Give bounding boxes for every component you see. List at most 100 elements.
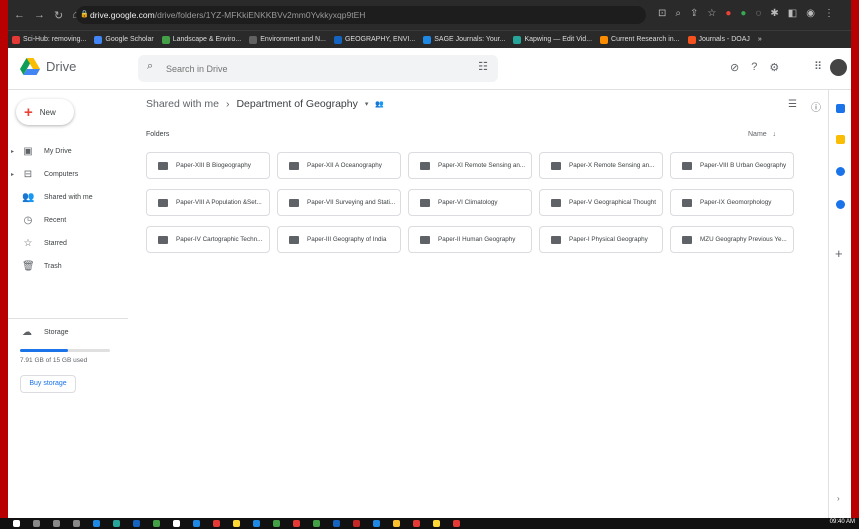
contacts-icon[interactable] <box>836 200 845 209</box>
tasks-icon[interactable] <box>836 167 845 176</box>
taskbar-app-icon[interactable] <box>53 520 60 527</box>
buy-storage-button[interactable]: Buy storage <box>20 375 76 393</box>
taskbar-app-icon[interactable] <box>253 520 260 527</box>
bookmark-item[interactable]: Environment and N... <box>249 35 326 44</box>
sidebar-item[interactable]: ▸ ▣ My Drive <box>8 140 128 163</box>
extension-green-icon[interactable]: ● <box>740 8 746 19</box>
taskbar-app-icon[interactable] <box>93 520 100 527</box>
list-view-icon[interactable]: ☰ <box>788 99 797 114</box>
sidebar-item[interactable]: 🗑 Trash <box>8 255 128 278</box>
bookmark-item[interactable]: Kapwing — Edit Vid... <box>513 35 592 44</box>
sidepanel-icon[interactable]: ◧ <box>788 8 797 19</box>
zoom-icon[interactable]: ⌕ <box>675 8 681 19</box>
taskbar-app-icon[interactable] <box>193 520 200 527</box>
bookmark-item[interactable]: Google Scholar <box>94 35 154 44</box>
taskbar-app-icon[interactable] <box>133 520 140 527</box>
extension-red-icon[interactable]: ● <box>725 8 731 19</box>
bookmark-item[interactable]: Sci-Hub: removing... <box>12 35 86 44</box>
help-icon[interactable]: ? <box>751 61 757 74</box>
sidebar-item-label: Computers <box>44 171 79 178</box>
bookmark-item[interactable]: GEOGRAPHY, ENVI... <box>333 35 415 44</box>
calendar-icon[interactable] <box>836 104 845 113</box>
folder-item[interactable]: Paper-XII A Oceanography <box>277 152 401 179</box>
bookmark-item[interactable]: SAGE Journals: Your... <box>423 35 505 44</box>
bookmarks-more-icon[interactable]: » <box>758 36 762 43</box>
shared-people-icon[interactable]: 👥 <box>375 100 384 108</box>
taskbar-app-icon[interactable] <box>233 520 240 527</box>
settings-gear-icon[interactable]: ⚙ <box>769 61 779 74</box>
extension-gray-icon[interactable]: ◌ <box>755 8 761 19</box>
extensions-puzzle-icon[interactable]: ✱ <box>770 8 778 19</box>
taskbar-app-icon[interactable] <box>13 520 20 527</box>
search-input[interactable] <box>166 59 466 78</box>
drive-logo[interactable]: Drive <box>20 58 76 75</box>
browser-actions: ⊡ ⌕ ⇪ ☆ ● ● ◌ ✱ ◧ ◉ ⋮ <box>658 8 834 19</box>
folder-item[interactable]: Paper-XIII B Biogeography <box>146 152 270 179</box>
folder-item[interactable]: MZU Geography Previous Ye... <box>670 226 794 253</box>
taskbar-app-icon[interactable] <box>33 520 40 527</box>
taskbar-app-icon[interactable] <box>273 520 280 527</box>
sidebar-item[interactable]: 👥 Shared with me <box>8 186 128 209</box>
expand-arrow-icon[interactable]: ▸ <box>11 171 14 178</box>
folder-item[interactable]: Paper-III Geography of India <box>277 226 401 253</box>
bookmark-item[interactable]: Journals - DOAJ <box>687 35 750 44</box>
bookmark-item[interactable]: Landscape & Enviro... <box>161 35 241 44</box>
sidebar-item[interactable]: ◷ Recent <box>8 209 128 232</box>
back-icon[interactable]: ← <box>14 9 25 22</box>
search-options-icon[interactable]: ☷ <box>478 60 488 73</box>
taskbar-app-icon[interactable] <box>153 520 160 527</box>
search-icon[interactable]: ⌕ <box>147 60 153 73</box>
folder-item[interactable]: Paper-XI Remote Sensing an... <box>408 152 532 179</box>
new-button[interactable]: + New <box>16 99 74 125</box>
taskbar-app-icon[interactable] <box>433 520 440 527</box>
taskbar-app-icon[interactable] <box>113 520 120 527</box>
sort-control[interactable]: Name ↓ <box>748 131 776 138</box>
reload-icon[interactable]: ↻ <box>54 9 63 22</box>
taskbar-app-icon[interactable] <box>353 520 360 527</box>
taskbar-app-icon[interactable] <box>213 520 220 527</box>
install-icon[interactable]: ⊡ <box>658 8 666 19</box>
google-apps-icon[interactable]: ⠿ <box>814 60 822 73</box>
sidebar-item[interactable]: ☆ Starred <box>8 232 128 255</box>
breadcrumb-shared[interactable]: Shared with me <box>146 98 219 110</box>
share-icon[interactable]: ⇪ <box>690 8 698 19</box>
menu-kebab-icon[interactable]: ⋮ <box>824 8 834 19</box>
taskbar-app-icon[interactable] <box>173 520 180 527</box>
taskbar-app-icon[interactable] <box>333 520 340 527</box>
address-bar[interactable]: 🔒 drive.google.com/drive/folders/1YZ-MFK… <box>76 6 646 24</box>
folder-item[interactable]: Paper-I Physical Geography <box>539 226 663 253</box>
expand-arrow-icon[interactable]: ▸ <box>11 148 14 155</box>
profile-icon[interactable]: ◉ <box>806 8 815 19</box>
forward-icon[interactable]: → <box>34 9 45 22</box>
taskbar-app-icon[interactable] <box>373 520 380 527</box>
folder-item[interactable]: Paper-VII Surveying and Stati... <box>277 189 401 216</box>
sidebar-item-storage[interactable]: ☁ Storage <box>8 327 128 343</box>
folder-item[interactable]: Paper-II Human Geography <box>408 226 532 253</box>
taskbar-app-icon[interactable] <box>293 520 300 527</box>
taskbar-app-icon[interactable] <box>313 520 320 527</box>
breadcrumb-current[interactable]: Department of Geography <box>236 98 357 110</box>
bookmark-item[interactable]: Current Research in... <box>600 35 680 44</box>
folder-item[interactable]: Paper-V Geographical Thought <box>539 189 663 216</box>
account-avatar[interactable] <box>830 59 847 76</box>
sidebar-item[interactable]: ▸ ⊟ Computers <box>8 163 128 186</box>
taskbar-app-icon[interactable] <box>413 520 420 527</box>
chevron-down-icon[interactable]: ▾ <box>365 100 369 108</box>
info-icon[interactable]: ⓘ <box>811 99 821 114</box>
add-addon-icon[interactable]: + <box>835 246 843 261</box>
search-box[interactable]: ⌕ ☷ <box>138 55 498 82</box>
bookmark-star-icon[interactable]: ☆ <box>707 8 716 19</box>
folder-item[interactable]: Paper-IV Cartographic Techn... <box>146 226 270 253</box>
taskbar-app-icon[interactable] <box>73 520 80 527</box>
folder-item[interactable]: Paper-VI Climatology <box>408 189 532 216</box>
taskbar-app-icon[interactable] <box>393 520 400 527</box>
folder-item[interactable]: Paper-X Remote Sensing an... <box>539 152 663 179</box>
taskbar-app-icon[interactable] <box>453 520 460 527</box>
taskbar-clock: 09:40 AM <box>829 519 855 525</box>
chevron-right-icon[interactable]: › <box>837 494 840 503</box>
offline-status-icon[interactable]: ⊘ <box>730 61 739 74</box>
folder-item[interactable]: Paper-IX Geomorphology <box>670 189 794 216</box>
folder-item[interactable]: Paper-VIII B Urban Geography <box>670 152 794 179</box>
keep-icon[interactable] <box>836 135 845 144</box>
folder-item[interactable]: Paper-VIII A Population &Set... <box>146 189 270 216</box>
